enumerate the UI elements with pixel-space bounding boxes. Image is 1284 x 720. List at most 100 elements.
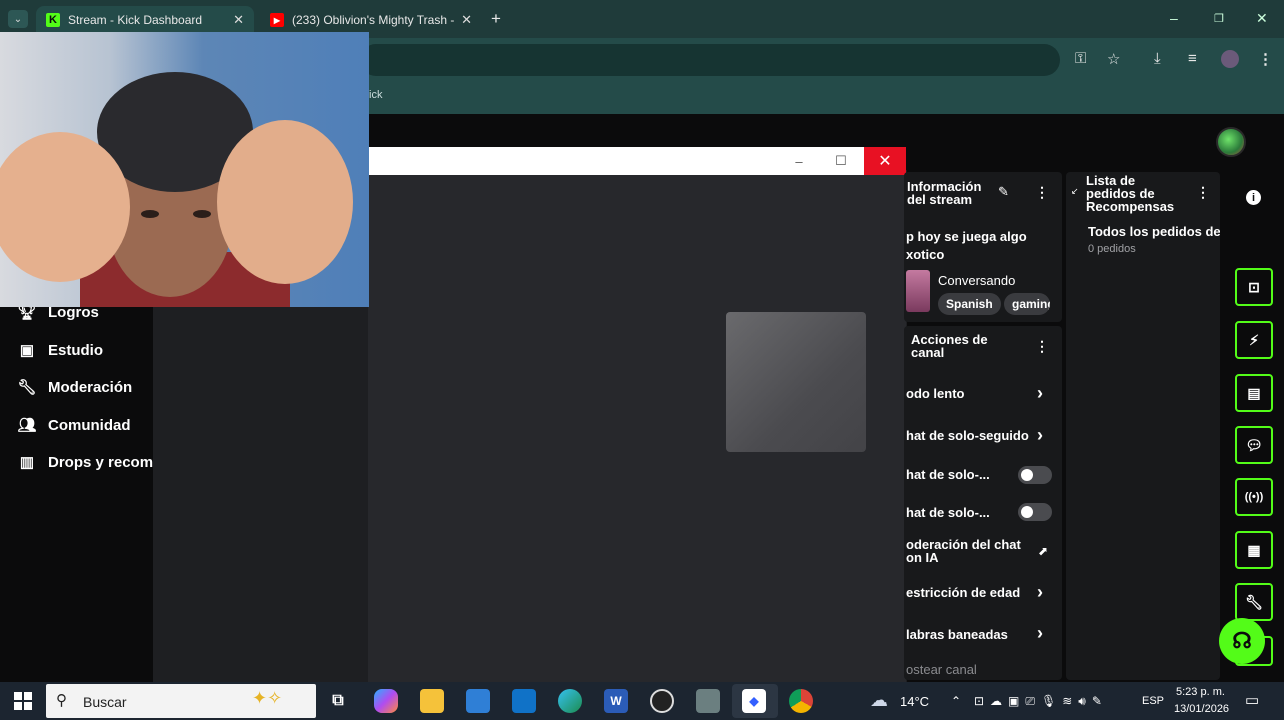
password-key-icon[interactable]: ⚿ (1075, 50, 1086, 67)
user-avatar[interactable] (1216, 127, 1246, 157)
sidebar-item-drops[interactable]: ▥ Drops y recom (18, 453, 154, 472)
roblox-icon[interactable]: ◆ (742, 689, 766, 713)
edit-pencil-icon[interactable]: ✎ (998, 184, 1009, 200)
rewards-title: Lista de pedidos de Recompensas (1086, 173, 1175, 214)
rail-wrench-button[interactable]: 🔧︎ (1235, 583, 1273, 621)
tab-youtube[interactable]: ▶ (233) Oblivion's Mighty Trash - ✕ (260, 6, 482, 34)
tab-search-dropdown[interactable]: ⌄ (8, 10, 28, 28)
rail-users-button[interactable]: ▦ (1235, 531, 1273, 569)
bookmark-item[interactable]: ick (369, 89, 382, 101)
subs-only-toggle[interactable] (1018, 466, 1052, 484)
users-icon: ▦ (1247, 541, 1261, 558)
media-control-icon[interactable]: ≡ (1188, 50, 1197, 67)
stream-info-title: Información del stream (907, 179, 982, 207)
minimize-icon[interactable]: – (778, 147, 820, 175)
minimize-window-icon[interactable]: – (1170, 10, 1178, 26)
rail-chat-button[interactable]: 💬︎ (1235, 426, 1273, 464)
search-placeholder: Buscar (83, 694, 127, 710)
windows-start-icon[interactable] (14, 692, 32, 710)
collapse-icon[interactable]: ↙ (1071, 186, 1079, 197)
action-banned-words[interactable]: labras baneadas (906, 627, 1008, 642)
external-link-icon[interactable]: ⬈ (1038, 544, 1048, 558)
tab-label: (233) Oblivion's Mighty Trash - (292, 13, 455, 27)
chevron-right-icon[interactable]: › (1037, 623, 1043, 644)
obs-icon[interactable] (650, 689, 674, 713)
weather-temp[interactable]: 14°C (900, 694, 929, 709)
rewards-count: 0 pedidos (1088, 243, 1136, 255)
new-tab-icon[interactable]: + (491, 9, 501, 29)
close-tab-icon[interactable]: ✕ (461, 12, 472, 28)
tab-kick-dashboard[interactable]: K Stream - Kick Dashboard ✕ (36, 6, 254, 34)
tab-label: Stream - Kick Dashboard (68, 13, 203, 27)
profile-avatar[interactable] (1221, 50, 1239, 68)
rail-lightning-button[interactable]: ⚡︎ (1235, 321, 1273, 359)
tray-chevron-icon[interactable]: ⌃ (951, 694, 961, 708)
webcam-preview (0, 32, 369, 307)
edge-icon[interactable] (558, 689, 582, 713)
restore-window-icon[interactable]: ❐ (1214, 12, 1224, 25)
browser-menu-icon[interactable]: ⋮ (1258, 50, 1273, 68)
emotes-only-toggle[interactable] (1018, 503, 1052, 521)
sidebar-item-moderacion[interactable]: 🔧︎ Moderación (17, 378, 133, 397)
action-ai-moderation[interactable]: oderación del chat on IA (906, 538, 1028, 564)
channel-actions-menu-icon[interactable]: ⋮ (1035, 338, 1049, 355)
tag-gaming: gaming (1004, 293, 1050, 315)
rail-broadcast-button[interactable]: ((•)) (1235, 478, 1273, 516)
store-icon[interactable] (466, 689, 490, 713)
chevron-right-icon[interactable]: › (1037, 582, 1043, 603)
camera-icon: ⊡ (1248, 278, 1260, 295)
tag-spanish: Spanish (938, 293, 1001, 315)
floating-window-titlebar[interactable]: – ☐ ✕ (368, 147, 906, 175)
video-placeholder-tile (726, 312, 866, 452)
action-host-channel[interactable]: ostear canal (906, 662, 977, 677)
rail-camera-button[interactable]: ⊡ (1235, 268, 1273, 306)
rewards-filter[interactable]: Todos los pedidos de (1088, 224, 1220, 239)
bookmark-star-icon[interactable]: ☆ (1107, 50, 1120, 68)
sidebar-item-label: Estudio (48, 341, 103, 359)
info-icon[interactable]: i (1246, 190, 1261, 205)
action-slow-mode[interactable]: odo lento (906, 386, 965, 401)
taskbar-search[interactable]: ⚲ Buscar ✦✧ (46, 684, 316, 718)
close-icon[interactable]: ✕ (864, 147, 906, 175)
chevron-right-icon[interactable]: › (1037, 383, 1043, 404)
action-age-restriction[interactable]: estricción de edad (906, 585, 1020, 600)
weather-icon[interactable]: ☁ (870, 690, 888, 711)
notes-icon: ▤ (1247, 384, 1261, 401)
tray-icons[interactable]: ⊡☁▣⎚🎙︎≋🔊︎✎ (974, 694, 1108, 709)
download-icon[interactable]: ⤓ (1154, 50, 1161, 67)
community-icon: 👥︎ (17, 417, 37, 434)
sidebar-item-label: Moderación (48, 378, 133, 396)
close-window-icon[interactable]: ✕ (1256, 10, 1268, 27)
sidebar-item-estudio[interactable]: ▣ Estudio (18, 341, 103, 360)
clock-date[interactable]: 13/01/2026 (1174, 703, 1229, 715)
chevron-right-icon[interactable]: › (1037, 425, 1043, 446)
maximize-icon[interactable]: ☐ (820, 147, 862, 175)
word-icon[interactable]: W (604, 689, 628, 713)
task-view-icon[interactable]: ⧉ (326, 689, 350, 713)
sparkle-icon: ✦✧ (252, 688, 283, 708)
copilot-icon[interactable] (374, 689, 398, 713)
action-followers-only[interactable]: hat de solo-seguido (906, 428, 1029, 443)
headset-icon: ☊ (1232, 628, 1252, 653)
outlook-icon[interactable] (512, 689, 536, 713)
notification-icon[interactable]: ▭ (1245, 691, 1259, 709)
chrome-icon[interactable] (789, 689, 813, 713)
category-thumbnail (906, 270, 930, 312)
game-app-icon[interactable] (696, 689, 720, 713)
stream-info-menu-icon[interactable]: ⋮ (1035, 184, 1049, 201)
language-indicator[interactable]: ESP (1142, 695, 1164, 707)
file-explorer-icon[interactable] (420, 689, 444, 713)
channel-actions-title: Acciones de canal (911, 332, 988, 360)
drops-icon: ▥ (19, 454, 35, 471)
action-emotes-only: hat de solo-... (906, 505, 990, 520)
webcam-image (0, 32, 369, 307)
close-tab-icon[interactable]: ✕ (233, 12, 244, 28)
sidebar-item-comunidad[interactable]: 👥︎ Comunidad (17, 416, 130, 435)
category-name: Conversando (938, 273, 1016, 288)
omnibox[interactable] (360, 44, 1060, 76)
rewards-menu-icon[interactable]: ⋮ (1196, 184, 1210, 201)
wrench-icon: 🔧︎ (17, 379, 37, 396)
clock-time[interactable]: 5:23 p. m. (1176, 686, 1225, 698)
rail-notes-button[interactable]: ▤ (1235, 374, 1273, 412)
help-chat-button[interactable]: ☊ (1219, 618, 1265, 664)
